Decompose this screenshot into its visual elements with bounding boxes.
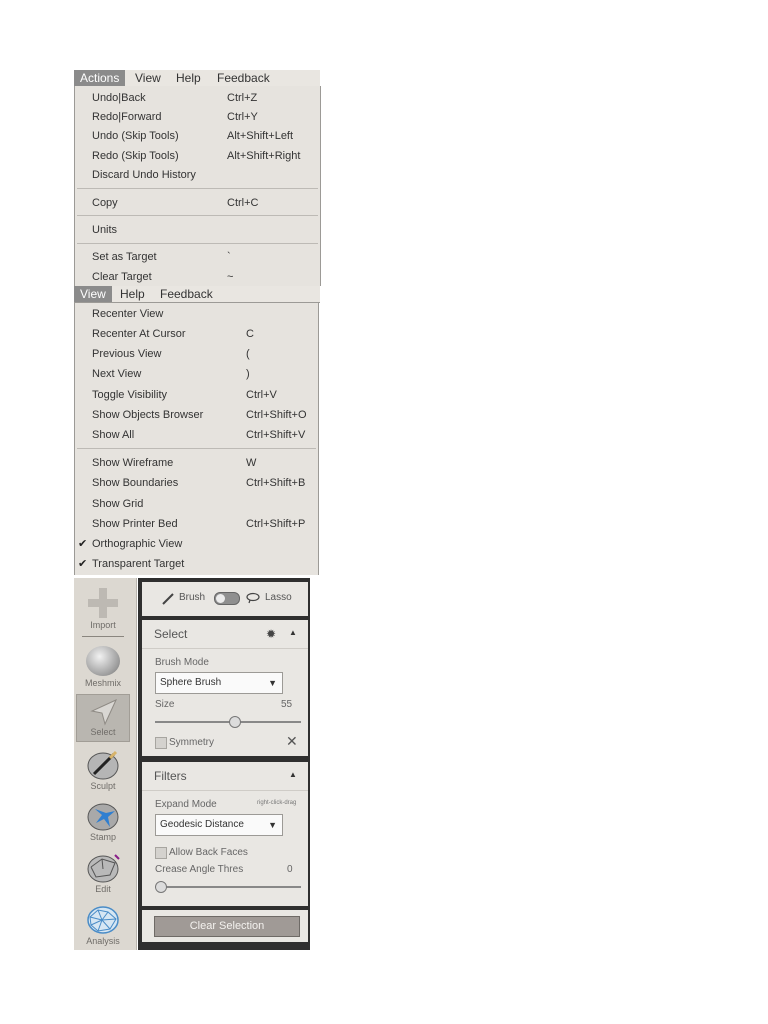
menu-help[interactable]: Help <box>114 286 151 302</box>
menu-item-set-as-target[interactable]: Set as Target ` <box>75 248 320 266</box>
tool-sidebar: Import Meshmix Select Sculpt Stamp Edit … <box>74 578 137 950</box>
tools-icon[interactable]: ✕ <box>286 733 298 750</box>
menu-item-undo[interactable]: Undo|Back Ctrl+Z <box>75 89 320 107</box>
menu-separator <box>77 215 318 216</box>
tool-import[interactable]: Import <box>74 588 132 630</box>
tool-stamp[interactable]: Stamp <box>74 801 132 842</box>
symmetry-checkbox[interactable] <box>155 737 167 749</box>
menu-feedback[interactable]: Feedback <box>154 286 219 302</box>
menu-view[interactable]: View <box>74 286 112 302</box>
menubar-top: Actions View Help Feedback <box>74 70 320 86</box>
lasso-icon <box>246 592 260 604</box>
menu-item-recenter-at-cursor[interactable]: Recenter At Cursor C <box>75 325 318 343</box>
crease-angle-slider[interactable] <box>155 886 301 888</box>
checkmark-icon: ✔ <box>78 558 88 570</box>
expand-mode-hint: right-click-drag <box>257 800 297 806</box>
crease-angle-value: 0 <box>287 864 293 875</box>
brush-lasso-bar: Brush Lasso <box>142 582 308 616</box>
menu-item-next-view[interactable]: Next View) <box>75 365 318 383</box>
tool-sculpt[interactable]: Sculpt <box>74 750 132 791</box>
size-slider-handle[interactable] <box>228 716 241 728</box>
menu-item-toggle-visibility[interactable]: Toggle Visibility Ctrl+V <box>75 386 318 404</box>
edit-icon <box>87 854 120 883</box>
clear-selection-button[interactable]: Clear Selection <box>154 916 300 937</box>
stamp-icon <box>87 803 119 831</box>
menu-item-undo-skip-tools[interactable]: Undo (Skip Tools) Alt+Shift+Left <box>75 127 320 145</box>
menu-item-redo-skip-tools[interactable]: Redo (Skip Tools) Alt+Shift+Right <box>75 147 320 165</box>
menu-feedback[interactable]: Feedback <box>211 70 276 86</box>
filters-section: Filters ▲ Expand Mode right-click-drag G… <box>142 762 308 906</box>
menu-separator <box>77 188 318 189</box>
menu-item-show-all[interactable]: Show All Ctrl+Shift+V <box>75 426 318 444</box>
collapse-arrow-icon[interactable]: ▲ <box>289 770 297 779</box>
select-arrow-icon <box>90 698 118 726</box>
crease-angle-slider-handle[interactable] <box>155 881 167 893</box>
menu-item-show-grid[interactable]: Show Grid <box>75 495 318 513</box>
section-divider <box>142 790 308 791</box>
select-section: Select ✹ ▲ Brush Mode Sphere Brush ▼ Siz… <box>142 620 308 756</box>
crease-angle-label: Crease Angle Thres <box>155 864 244 875</box>
tool-select[interactable]: Select <box>76 694 130 742</box>
section-divider <box>142 648 308 649</box>
menu-actions[interactable]: Actions <box>74 70 126 86</box>
allow-back-faces-checkbox[interactable] <box>155 847 167 859</box>
menu-item-previous-view[interactable]: Previous View( <box>75 345 318 363</box>
brush-mode-label: Brush Mode <box>155 657 209 668</box>
menu-item-show-objects-browser[interactable]: Show Objects Browser Ctrl+Shift+O <box>75 406 318 424</box>
chevron-down-icon: ▼ <box>268 678 277 688</box>
chevron-down-icon: ▼ <box>268 820 277 830</box>
symmetry-label: Symmetry <box>169 737 214 748</box>
allow-back-faces-label: Allow Back Faces <box>169 847 248 858</box>
menu-help[interactable]: Help <box>170 70 207 86</box>
select-section-title: Select <box>154 627 188 641</box>
size-label: Size <box>155 699 175 710</box>
tool-edit[interactable]: Edit <box>74 853 132 894</box>
actions-menu: Undo|Back Ctrl+Z Redo|Forward Ctrl+Y Undo … <box>74 86 321 286</box>
filters-section-title: Filters <box>154 769 187 783</box>
expand-mode-label: Expand Mode <box>155 799 217 810</box>
brush-lasso-toggle[interactable] <box>214 592 240 605</box>
menu-item-discard-undo-history[interactable]: Discard Undo History <box>75 166 320 184</box>
divider <box>82 636 124 637</box>
tool-meshmix[interactable]: Meshmix <box>74 646 132 688</box>
menu-separator <box>77 243 318 244</box>
brush-mode-dropdown[interactable]: Sphere Brush ▼ <box>155 672 283 694</box>
checkmark-icon: ✔ <box>78 538 88 550</box>
size-value: 55 <box>281 699 293 710</box>
tool-analysis[interactable]: Analysis <box>74 905 132 946</box>
brush-label[interactable]: Brush <box>179 592 205 603</box>
menu-item-clear-target[interactable]: Clear Target ~ <box>75 268 320 286</box>
sculpt-brush-icon <box>87 750 119 780</box>
select-panel: Brush Lasso Select ✹ ▲ Brush Mode Sphere… <box>138 578 310 950</box>
menu-item-orthographic-view[interactable]: ✔ Orthographic View <box>75 535 318 553</box>
view-menu: Recenter View Recenter At Cursor C Previo… <box>74 303 319 575</box>
meshmix-icon <box>86 646 120 676</box>
clear-selection-area: Clear Selection <box>142 910 308 942</box>
lasso-label[interactable]: Lasso <box>265 592 292 603</box>
menu-item-redo[interactable]: Redo|Forward Ctrl+Y <box>75 108 320 126</box>
collapse-arrow-icon[interactable]: ▲ <box>289 628 297 637</box>
menu-item-copy[interactable]: Copy Ctrl+C <box>75 194 320 212</box>
menu-view[interactable]: View <box>129 70 167 86</box>
menu-item-show-printer-bed[interactable]: Show Printer Bed Ctrl+Shift+P <box>75 515 318 533</box>
expand-mode-dropdown[interactable]: Geodesic Distance ▼ <box>155 814 283 836</box>
menu-separator <box>77 448 316 449</box>
menu-item-recenter-view[interactable]: Recenter View <box>75 305 318 323</box>
menu-item-units[interactable]: Units <box>75 221 320 239</box>
menubar-view: View Help Feedback <box>74 286 320 303</box>
menu-item-transparent-target[interactable]: ✔ Transparent Target <box>75 555 318 573</box>
menu-item-show-boundaries[interactable]: Show Boundaries Ctrl+Shift+B <box>75 474 318 492</box>
plus-icon <box>86 588 120 618</box>
analysis-icon <box>87 906 119 934</box>
gear-icon[interactable]: ✹ <box>266 627 276 641</box>
menu-item-show-wireframe[interactable]: Show Wireframe W <box>75 454 318 472</box>
brush-icon <box>162 593 174 605</box>
